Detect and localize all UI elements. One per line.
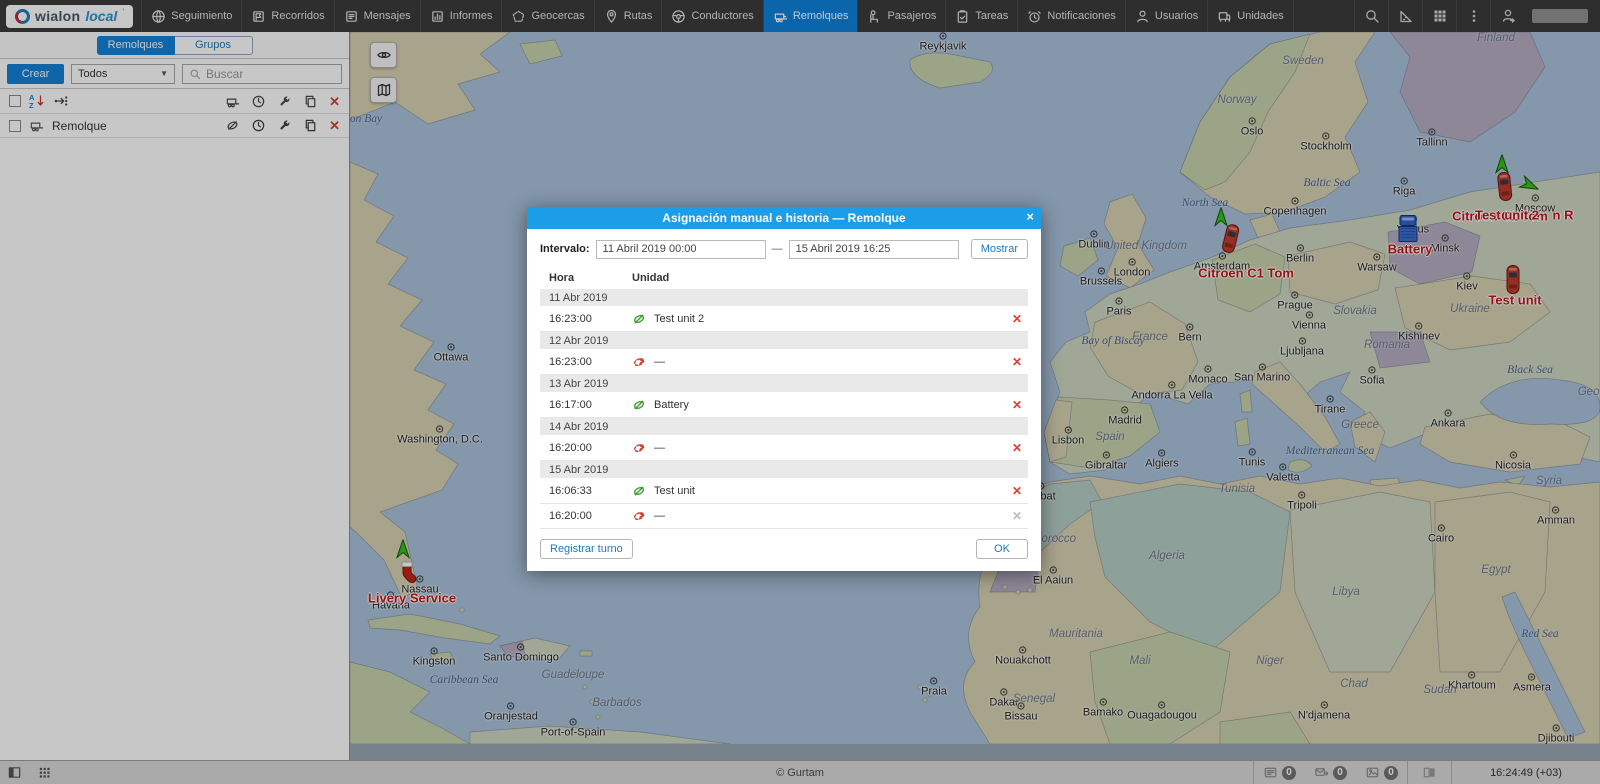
unbind-icon [632,355,646,369]
assignment-dialog: Asignación manual e historia — Remolque … [527,207,1041,571]
assignment-row: 16:20:00 — ✕ [540,436,1028,461]
assignment-time: 16:20:00 [540,442,632,454]
column-header-hora: Hora [540,272,632,284]
register-shift-button[interactable]: Registrar turno [540,539,633,559]
date-group-row: 15 Abr 2019 [540,461,1028,478]
date-group-row: 14 Abr 2019 [540,418,1028,435]
assignment-row: 16:17:00 Battery ✕ [540,393,1028,418]
dialog-title-bar: Asignación manual e historia — Remolque … [527,207,1041,229]
remove-assignment-icon[interactable]: ✕ [1012,355,1022,369]
remove-assignment-icon[interactable]: ✕ [1012,312,1022,326]
unbind-icon [632,509,646,523]
show-button[interactable]: Mostrar [971,239,1028,259]
assignment-row: 16:23:00 Test unit 2 ✕ [540,307,1028,332]
assignment-time: 16:20:00 [540,510,632,522]
assignment-row: 16:20:00 — ✕ [540,504,1028,529]
interval-dash: — [772,243,783,255]
assignment-unit: — [654,356,665,368]
remove-assignment-icon: ✕ [1012,509,1022,523]
assignment-time: 16:23:00 [540,313,632,325]
bind-icon [632,398,646,412]
bind-icon [632,312,646,326]
close-icon[interactable]: × [1026,209,1034,224]
date-group-row: 11 Abr 2019 [540,289,1028,306]
assignment-unit: Test unit [654,485,695,497]
assignment-unit: Battery [654,399,689,411]
remove-assignment-icon[interactable]: ✕ [1012,398,1022,412]
assignment-time: 16:17:00 [540,399,632,411]
date-group-row: 13 Abr 2019 [540,375,1028,392]
assignment-unit: — [654,442,665,454]
assignment-unit: Test unit 2 [654,313,704,325]
column-header-unidad: Unidad [632,272,669,284]
interval-to-input[interactable]: 15 Abril 2019 16:25 [789,240,959,259]
assignment-time: 16:06:33 [540,485,632,497]
ok-button[interactable]: OK [976,539,1028,559]
assignment-time: 16:23:00 [540,356,632,368]
bind-icon [632,484,646,498]
unbind-icon [632,441,646,455]
assignment-unit: — [654,510,665,522]
assignment-row: 16:06:33 Test unit ✕ [540,479,1028,504]
interval-label: Intervalo: [540,243,590,255]
interval-from-input[interactable]: 11 Abril 2019 00:00 [596,240,766,259]
dialog-title: Asignación manual e historia — Remolque [662,211,905,225]
assignment-row: 16:23:00 — ✕ [540,350,1028,375]
date-group-row: 12 Abr 2019 [540,332,1028,349]
remove-assignment-icon[interactable]: ✕ [1012,441,1022,455]
remove-assignment-icon[interactable]: ✕ [1012,484,1022,498]
